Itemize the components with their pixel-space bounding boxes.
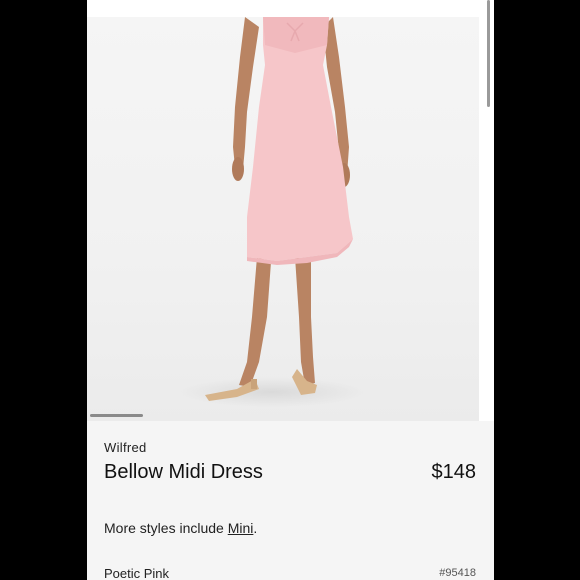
more-styles-suffix: . xyxy=(253,520,258,536)
more-styles-text: More styles include Mini. xyxy=(104,520,257,536)
product-price: $148 xyxy=(431,461,477,483)
product-title: Bellow Midi Dress xyxy=(104,461,263,483)
model-illustration xyxy=(205,17,353,401)
sku-number: #95418 xyxy=(439,567,476,579)
left-hand xyxy=(232,157,244,181)
more-styles-prefix: More styles include xyxy=(104,520,228,536)
right-leg xyxy=(295,257,315,385)
more-styles-link[interactable]: Mini xyxy=(228,520,254,536)
product-image[interactable] xyxy=(87,17,479,421)
carousel-indicator[interactable] xyxy=(90,414,143,417)
color-name: Poetic Pink xyxy=(104,566,170,580)
product-page: Wilfred Bellow Midi Dress $148 More styl… xyxy=(87,0,494,580)
brand-label: Wilfred xyxy=(104,440,147,455)
product-info: Wilfred Bellow Midi Dress $148 More styl… xyxy=(87,421,494,580)
scrollbar[interactable] xyxy=(487,0,490,107)
left-leg xyxy=(239,257,271,387)
top-bar xyxy=(87,0,494,17)
left-heel xyxy=(251,379,257,389)
left-sandal xyxy=(205,379,259,401)
